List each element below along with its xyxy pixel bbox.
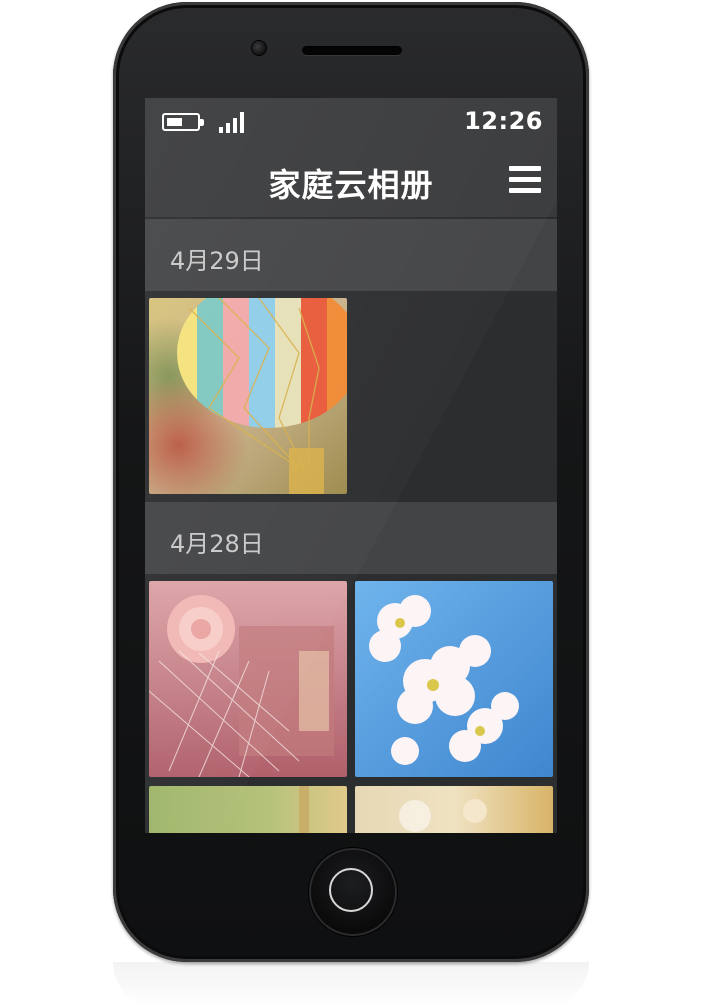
date-label: 4月29日	[170, 247, 264, 275]
menu-icon[interactable]	[509, 166, 541, 194]
home-button[interactable]	[309, 848, 397, 936]
photo-hot-air-balloon[interactable]	[149, 298, 347, 494]
photo-green-field[interactable]	[149, 786, 347, 833]
date-header-group-2: 4月28日	[145, 502, 557, 574]
phone-screen: 12:26 家庭云相册 4月29日 4月28日	[145, 98, 557, 833]
page-title: 家庭云相册	[268, 166, 434, 204]
status-bar: 12:26	[145, 98, 557, 144]
app-header: 家庭云相册	[145, 144, 557, 219]
date-header-group-1: 4月29日	[145, 219, 557, 291]
photo-white-cherry-blossom[interactable]	[355, 581, 553, 777]
phone-reflection	[113, 962, 589, 1008]
earpiece-speaker	[302, 46, 402, 55]
battery-icon	[162, 113, 204, 131]
front-camera	[252, 41, 266, 55]
status-time: 12:26	[464, 107, 543, 135]
photo-pink-flower-gift[interactable]	[149, 581, 347, 777]
date-label: 4月28日	[170, 530, 264, 558]
home-button-ring	[329, 868, 373, 912]
photo-blurred-flowers[interactable]	[355, 786, 553, 833]
signal-icon	[219, 111, 249, 133]
